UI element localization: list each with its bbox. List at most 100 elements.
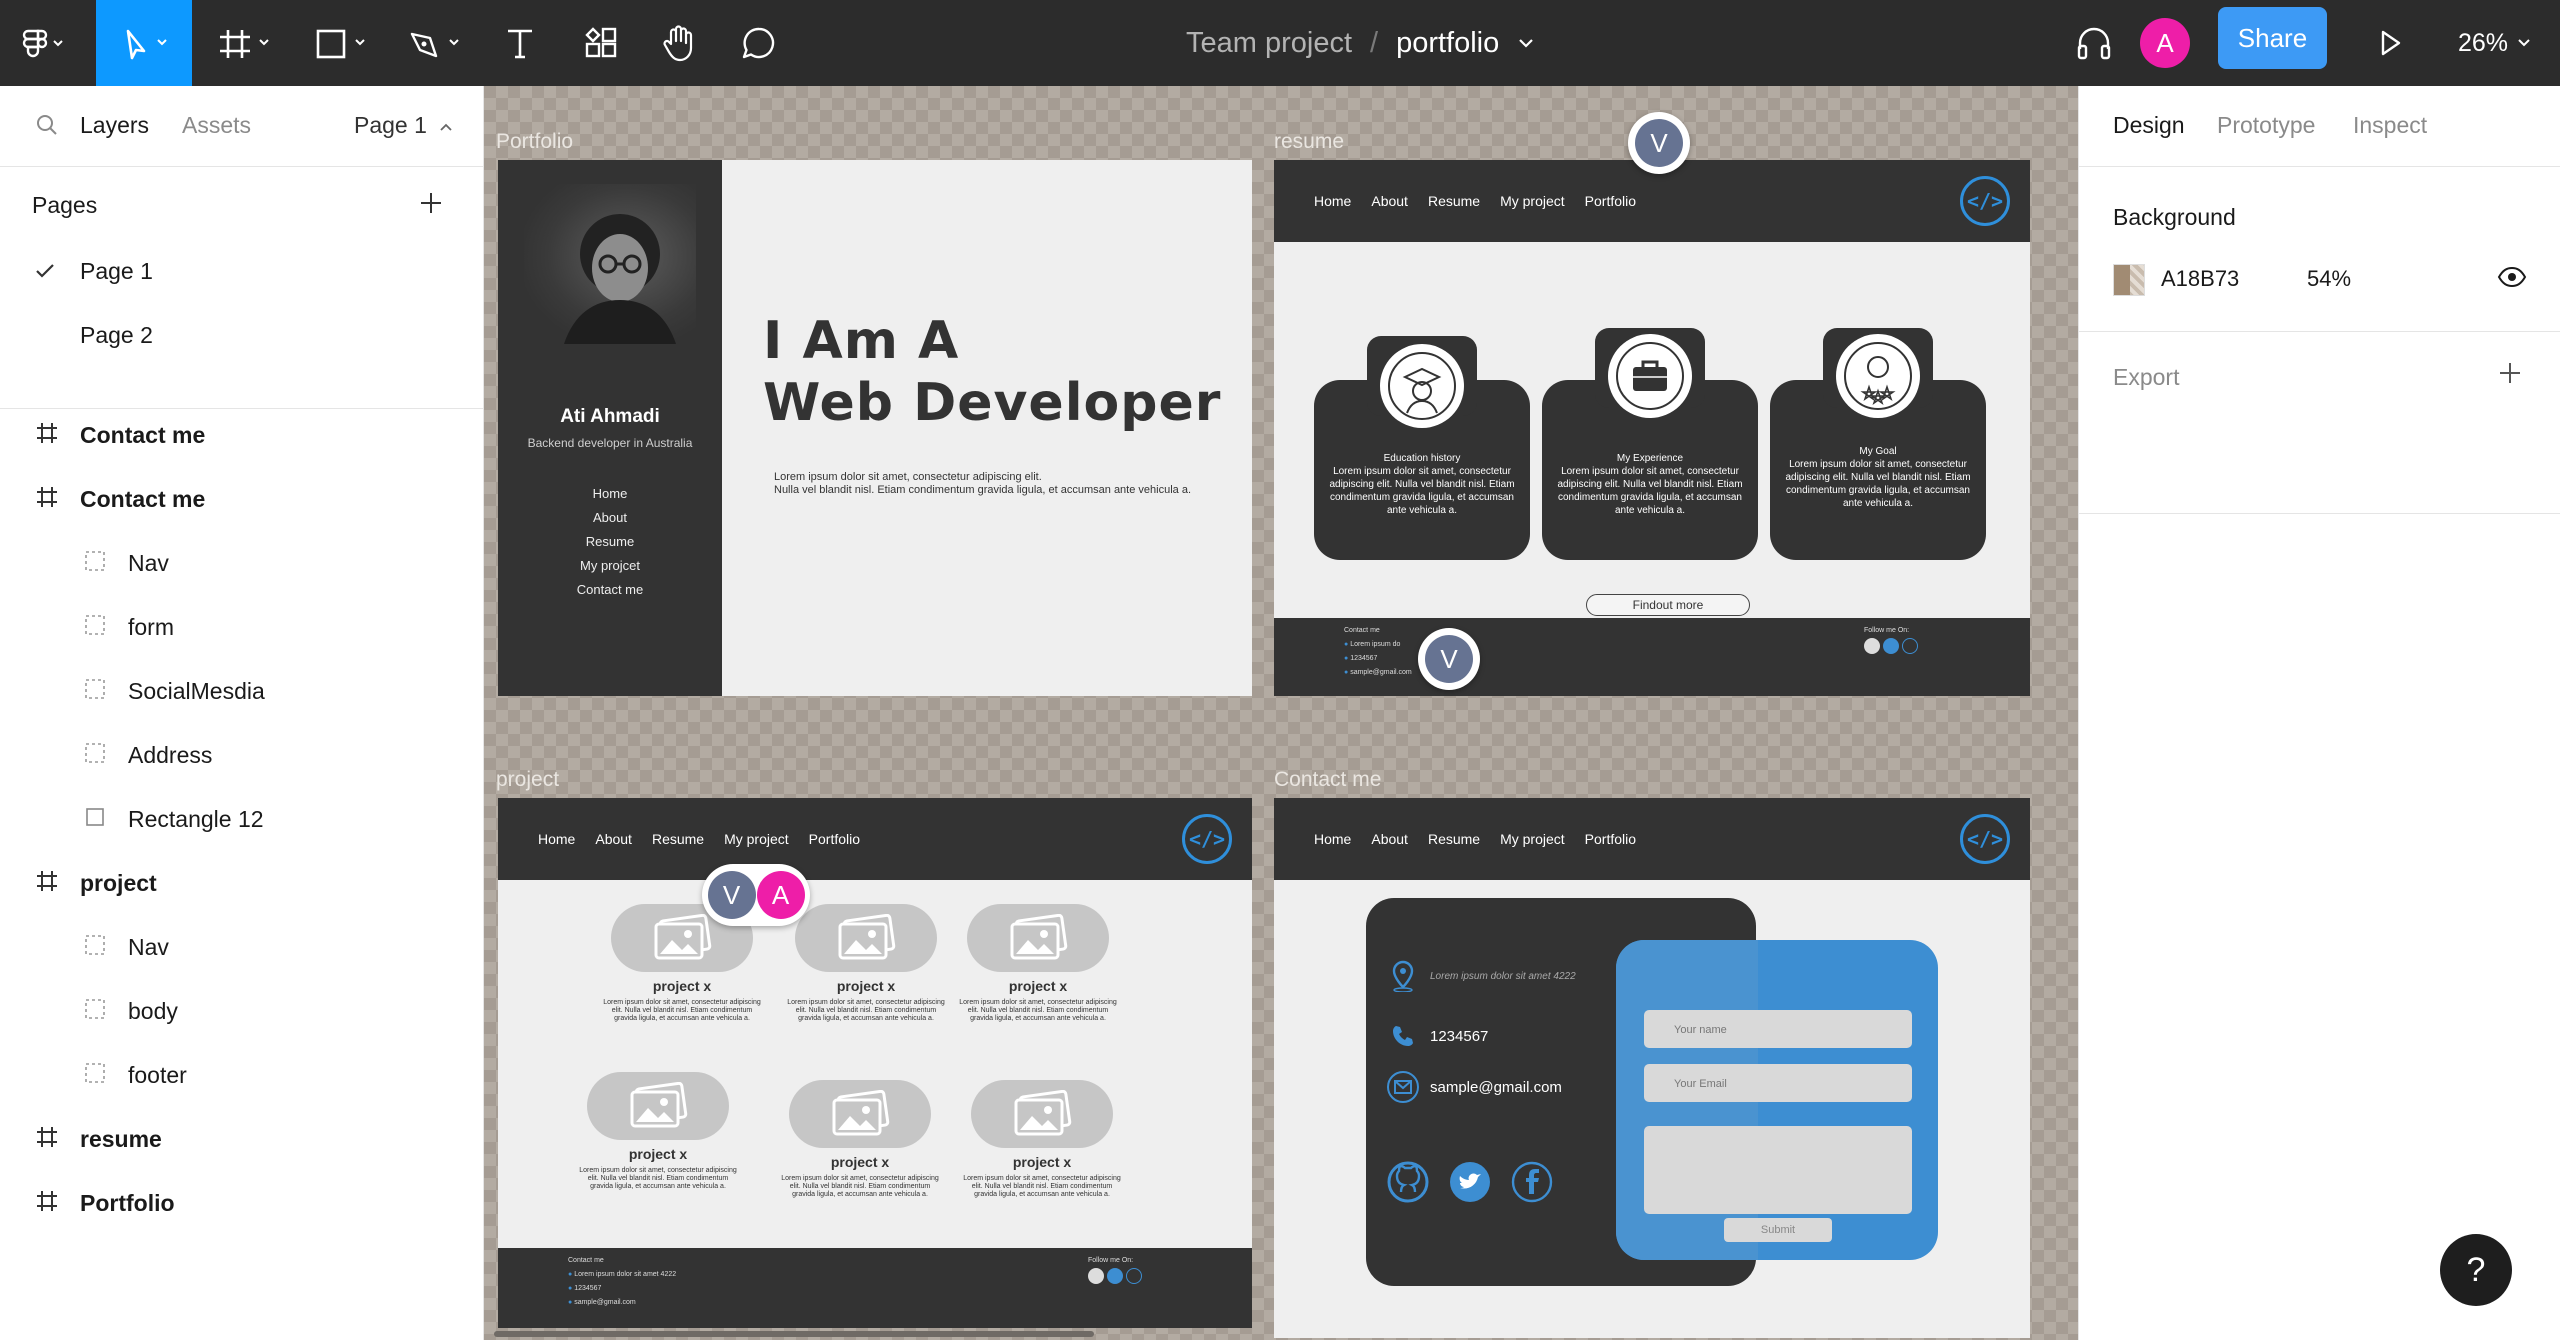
layer-item[interactable]: form [0, 614, 484, 664]
search-icon[interactable] [34, 112, 60, 138]
layer-item[interactable]: Contact me [0, 486, 484, 536]
left-panel-tabs: Layers Assets Page 1 [0, 86, 484, 167]
portfolio-nav-item: Home [592, 486, 628, 501]
frame-contact[interactable]: Home About Resume My project Portfolio <… [1274, 798, 2030, 1338]
toolbar: Team project / portfolio A Share 26% [0, 0, 2560, 86]
swatch-solid [2114, 265, 2130, 295]
portfolio-nav-item: Contact me [576, 582, 644, 597]
frame-label-project[interactable]: project [496, 768, 559, 792]
canvas[interactable]: Portfolio Ati Ahmadi Backend developer i… [484, 86, 2078, 1340]
project-nav: Home About Resume My project Portfolio <… [498, 798, 1252, 880]
frame-label-contact[interactable]: Contact me [1274, 768, 1381, 792]
frame-resume[interactable]: Home About Resume My project Portfolio <… [1274, 160, 2030, 696]
resources-button[interactable] [576, 0, 626, 86]
project-card: project x Lorem ipsum dolor sit amet, con… [962, 1080, 1122, 1199]
page-item-page-1[interactable]: Page 1 [0, 258, 484, 308]
layer-label: project [80, 870, 157, 896]
frame-tool-button[interactable] [210, 0, 282, 86]
tab-design[interactable]: Design [2113, 112, 2185, 139]
main-menu-button[interactable] [0, 0, 86, 86]
project-title: project x [836, 978, 896, 994]
layer-item[interactable]: footer [0, 1062, 484, 1112]
eye-icon[interactable] [2497, 266, 2527, 288]
card-body: Lorem ipsum dolor sit amet, consectetur … [1785, 459, 1971, 509]
card-body: Lorem ipsum dolor sit amet, consectetur … [1557, 466, 1743, 516]
nav-item: My project [724, 831, 789, 847]
audio-button[interactable] [2066, 0, 2122, 86]
layer-item[interactable]: Rectangle 12 [0, 806, 484, 856]
shape-tool-button[interactable] [306, 0, 378, 86]
tab-prototype[interactable]: Prototype [2217, 112, 2315, 139]
pen-tool-button[interactable] [400, 0, 472, 86]
background-swatch[interactable] [2113, 264, 2145, 296]
comment-icon [742, 27, 775, 59]
move-tool-icon [126, 29, 167, 60]
tab-inspect[interactable]: Inspect [2353, 112, 2427, 139]
briefcase-icon [1608, 334, 1692, 418]
frame-portfolio[interactable]: Ati Ahmadi Backend developer in Australi… [498, 160, 1252, 696]
file-name[interactable]: portfolio [1396, 27, 1499, 60]
add-page-button[interactable] [418, 188, 444, 222]
comment-tool-button[interactable] [734, 0, 784, 86]
page-item-page-2[interactable]: Page 2 [0, 322, 484, 372]
help-button[interactable]: ? [2440, 1234, 2512, 1306]
portfolio-nav-item: About [593, 510, 627, 525]
layer-label: Rectangle 12 [128, 806, 264, 832]
layer-item[interactable]: body [0, 998, 484, 1048]
layer-item[interactable]: Address [0, 742, 484, 792]
user-avatar[interactable]: A [2140, 18, 2190, 68]
frame-icon [37, 1127, 57, 1147]
project-description: Lorem ipsum dolor sit amet, consectetur … [787, 999, 945, 1022]
frame-project[interactable]: Home About Resume My project Portfolio <… [498, 798, 1252, 1328]
layer-item[interactable]: Nav [0, 934, 484, 984]
frame-label-resume[interactable]: resume [1274, 130, 1344, 154]
page-label: Page 1 [80, 258, 153, 284]
tab-assets[interactable]: Assets [182, 112, 251, 139]
move-tool-button[interactable] [96, 0, 192, 86]
chevron-down-icon [2518, 39, 2530, 47]
horizontal-scrollbar[interactable] [494, 1331, 1094, 1337]
layer-item[interactable]: Nav [0, 550, 484, 600]
layer-item[interactable]: Portfolio [0, 1190, 484, 1240]
nav-item: Home [1314, 193, 1352, 209]
layer-item[interactable]: project [0, 870, 484, 920]
project-name[interactable]: Team project [1186, 27, 1352, 60]
location-pin-icon [1386, 960, 1420, 992]
page-selector[interactable]: Page 1 [354, 112, 453, 139]
zoom-control[interactable]: 26% [2458, 0, 2532, 86]
hero-line: I Am A [763, 311, 960, 371]
github-icon [1864, 638, 1880, 654]
document-title[interactable]: Team project / portfolio [1186, 0, 1535, 86]
present-icon [2381, 30, 2401, 56]
background-hex[interactable]: A18B73 [2161, 266, 2239, 292]
nav-items: Home About Resume My project Portfolio [1314, 798, 1656, 880]
text-tool-button[interactable] [496, 0, 544, 86]
collaborator-avatar[interactable]: V [1628, 112, 1690, 174]
nav-item: My project [1500, 193, 1565, 209]
collaborator-group[interactable]: V A [702, 864, 810, 926]
right-panel: Design Prototype Inspect Background A18B… [2078, 86, 2560, 1340]
chevron-down-icon[interactable] [1517, 37, 1535, 49]
layer-item[interactable]: Contact me [0, 422, 484, 472]
layer-item[interactable]: SocialMesdia [0, 678, 484, 728]
layer-label: Contact me [80, 422, 206, 448]
layer-label: Nav [128, 934, 169, 960]
twitter-icon [1883, 638, 1899, 654]
footer-contact: Contact me ● Lorem ipsum do ● 1234567 ● … [1344, 624, 1412, 680]
hand-tool-button[interactable] [654, 0, 704, 86]
project-description: Lorem ipsum dolor sit amet, consectetur … [959, 999, 1117, 1022]
collaborator-avatar[interactable]: V [1418, 628, 1480, 690]
project-title: project x [1008, 978, 1068, 994]
nav-item: Portfolio [1584, 193, 1637, 209]
frame-label-portfolio[interactable]: Portfolio [496, 130, 573, 154]
resume-card-goal: My Goal Lorem ipsum dolor sit amet, cons… [1770, 328, 1986, 560]
share-button[interactable]: Share [2218, 7, 2327, 69]
present-button[interactable] [2362, 0, 2418, 86]
portfolio-role: Backend developer in Australia [527, 436, 693, 450]
background-opacity[interactable]: 54% [2307, 266, 2351, 292]
divider [0, 408, 484, 409]
tab-layers[interactable]: Layers [80, 112, 149, 139]
layer-label: SocialMesdia [128, 678, 265, 704]
frame-icon [37, 487, 57, 507]
layer-item[interactable]: resume [0, 1126, 484, 1176]
